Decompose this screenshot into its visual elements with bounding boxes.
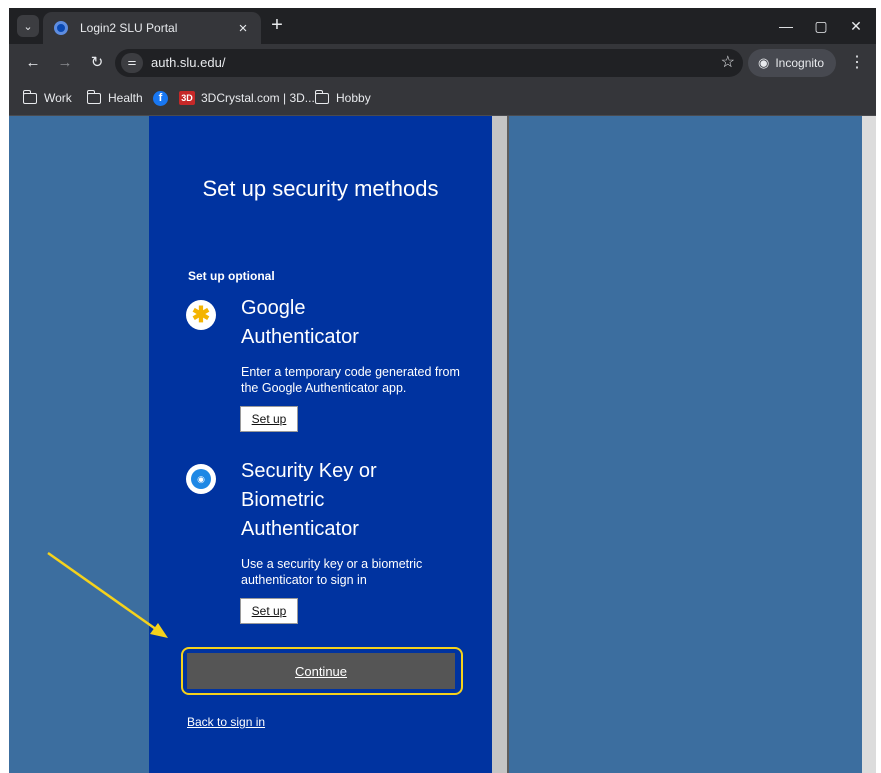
google-authenticator-icon: ✱ (186, 300, 216, 330)
page-title: Set up security methods (202, 176, 439, 201)
minimize-button[interactable]: — (771, 14, 801, 38)
bookmark-label: Work (44, 91, 72, 105)
bookmark-hobby[interactable]: Hobby (314, 89, 371, 105)
bookmark-health[interactable]: Health (86, 89, 143, 105)
back-button[interactable]: ← (22, 53, 44, 75)
close-window-button[interactable]: ✕ (841, 14, 871, 38)
3dcrystal-icon: 3D (179, 91, 195, 105)
method-title-line: Authenticator (241, 518, 359, 540)
setup-security-key-button[interactable]: Set up (240, 598, 298, 624)
slu-favicon-icon (54, 21, 68, 35)
method-title-line: Authenticator (241, 326, 359, 348)
browser-window: ⌄ Login2 SLU Portal × + — ▢ ✕ ← → ↻ ⚌ au… (9, 8, 876, 773)
security-setup-panel: Set up security methods Set up optional … (149, 116, 492, 773)
bookmark-work[interactable]: Work (22, 89, 72, 105)
method-title-line: Biometric (241, 489, 325, 511)
method-description-google: Enter a temporary code generated from th… (241, 365, 460, 395)
divider (507, 116, 509, 773)
bookmark-3dcrystal[interactable]: 3D 3DCrystal.com | 3D... (179, 91, 315, 105)
method-title-security-key: Security Key or Biometric Authenticator (241, 457, 471, 544)
page-viewport: Set up security methods Set up optional … (9, 116, 876, 773)
section-label: Set up optional (188, 269, 275, 283)
tab-strip: ⌄ Login2 SLU Portal × + — ▢ ✕ (9, 8, 876, 44)
folder-icon (314, 89, 329, 104)
address-bar[interactable]: ⚌ auth.slu.edu/ ☆ (115, 49, 743, 77)
method-title-line: Security Key or (241, 460, 377, 482)
security-key-icon: ◉ (186, 464, 216, 494)
bookmark-label: Hobby (336, 91, 371, 105)
bookmark-label: 3DCrystal.com | 3D... (201, 91, 315, 105)
site-info-icon[interactable]: ⚌ (121, 53, 143, 73)
maximize-button[interactable]: ▢ (806, 14, 836, 38)
forward-button[interactable]: → (54, 53, 76, 75)
folder-icon (22, 89, 37, 104)
back-to-sign-in-link[interactable]: Back to sign in (187, 715, 265, 729)
incognito-indicator[interactable]: ◉ Incognito (748, 49, 836, 77)
facebook-icon: f (153, 91, 168, 106)
tab-title: Login2 SLU Portal (80, 21, 178, 35)
method-title-google: Google Authenticator (241, 294, 471, 352)
bookmark-star-icon[interactable]: ☆ (721, 52, 735, 72)
bookmarks-bar: Work Health f 3D 3DCrystal.com | 3D... H… (9, 82, 876, 116)
tab-search-button[interactable]: ⌄ (17, 15, 39, 37)
incognito-label: Incognito (775, 56, 825, 70)
continue-button[interactable]: Continue (187, 653, 455, 689)
tab-close-icon[interactable]: × (233, 20, 253, 37)
bookmark-facebook[interactable]: f (153, 91, 178, 106)
reload-button[interactable]: ↻ (86, 53, 108, 75)
browser-menu-icon[interactable]: ⋮ (847, 53, 867, 75)
incognito-icon: ◉ (758, 55, 770, 70)
folder-icon (86, 89, 101, 104)
browser-toolbar: ← → ↻ ⚌ auth.slu.edu/ ☆ ◉ Incognito ⋮ (9, 44, 876, 82)
panel-scrollbar[interactable] (492, 116, 507, 773)
method-description-security-key: Use a security key or a biometric authen… (241, 557, 423, 587)
setup-google-authenticator-button[interactable]: Set up (240, 406, 298, 432)
new-tab-button[interactable]: + (265, 14, 289, 38)
active-tab[interactable]: Login2 SLU Portal × (43, 12, 261, 44)
bookmark-label: Health (108, 91, 143, 105)
page-scrollbar[interactable] (862, 116, 876, 773)
url-text[interactable]: auth.slu.edu/ (151, 55, 225, 70)
method-title-line: Google (241, 297, 306, 319)
